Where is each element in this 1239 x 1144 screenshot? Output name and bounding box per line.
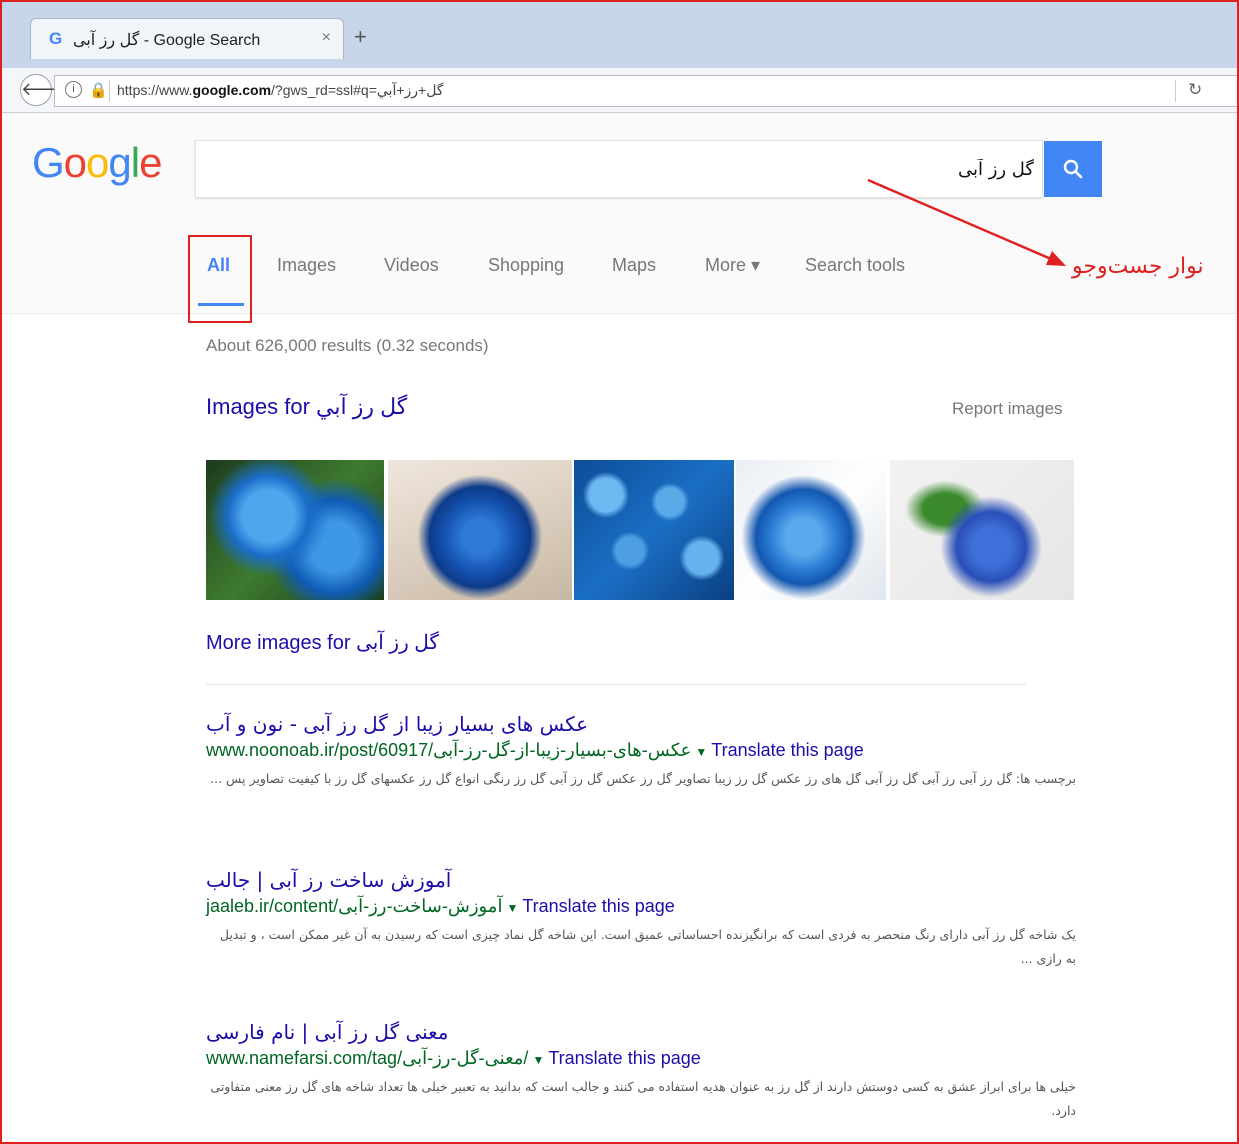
search-tabs: All Images Videos Shopping Maps More ▾ S… (2, 225, 1237, 323)
translate-link[interactable]: Translate this page (522, 896, 674, 916)
result-url-line: www.noonoab.ir/post/60917/عکس-های-بسیار-… (206, 740, 1076, 761)
back-arrow-icon[interactable]: 🡐 (20, 74, 69, 106)
dropdown-triangle-icon[interactable]: ▼ (506, 901, 518, 915)
close-tab-icon[interactable]: × (322, 29, 331, 47)
result-url[interactable]: www.noonoab.ir/post/60917/عکس-های-بسیار-… (206, 740, 691, 760)
tab-maps[interactable]: Maps (612, 255, 656, 276)
annotation-label: نوار جست‌وجو (1072, 254, 1204, 279)
tab-title: گل رز آبی - Google Search (73, 32, 261, 49)
tab-videos[interactable]: Videos (384, 255, 439, 276)
search-button[interactable] (1044, 141, 1102, 197)
new-tab-button[interactable]: + (354, 24, 367, 50)
url-separator (109, 80, 110, 102)
images-heading-link[interactable]: Images for گل رز آبي (206, 394, 407, 420)
section-divider (206, 684, 1026, 685)
lock-icon[interactable]: 🔒 (89, 81, 108, 99)
info-icon[interactable]: i (65, 81, 82, 98)
google-logo[interactable]: Google (32, 139, 162, 187)
dropdown-triangle-icon[interactable]: ▼ (532, 1053, 544, 1067)
browser-tab-bar: G گل رز آبی - Google Search × + (2, 2, 1237, 68)
result-snippet: خیلی ها برای ابراز عشق به کسی دوستش دارن… (210, 1079, 1076, 1118)
search-result: معنی گل رز آبی | نام فارسی www.namefarsi… (206, 1020, 1076, 1123)
dropdown-triangle-icon[interactable]: ▼ (695, 745, 707, 759)
reload-separator (1175, 80, 1176, 102)
browser-tab[interactable]: G گل رز آبی - Google Search × (30, 18, 344, 59)
result-title-link[interactable]: آموزش ساخت رز آبی | جالب (206, 868, 1076, 892)
result-stats: About 626,000 results (0.32 seconds) (206, 336, 489, 355)
translate-link[interactable]: Translate this page (711, 740, 863, 760)
url-bar[interactable]: i 🔒 https://www.google.com/?gws_rd=ssl#q… (54, 75, 1239, 107)
search-result: آموزش ساخت رز آبی | جالب jaaleb.ir/conte… (206, 868, 1076, 971)
result-url-line: www.namefarsi.com/tag/معنی-گل-رز-آبی/ ▼ Tr… (206, 1048, 1076, 1069)
result-title-link[interactable]: عکس های بسیار زیبا از گل رز آبی - نون و … (206, 712, 1076, 736)
url-text[interactable]: https://www.google.com/?gws_rd=ssl#q=گل+… (117, 82, 443, 99)
search-result: عکس های بسیار زیبا از گل رز آبی - نون و … (206, 712, 1076, 791)
result-url[interactable]: www.namefarsi.com/tag/معنی-گل-رز-آبی/ (206, 1048, 528, 1068)
result-url[interactable]: jaaleb.ir/content/آموزش-ساخت-رز-آبی (206, 896, 502, 916)
blue-rose-thumbnail-1[interactable] (206, 460, 384, 600)
browser-nav-bar: 🡐 i 🔒 https://www.google.com/?gws_rd=ssl… (2, 68, 1239, 113)
result-snippet: برچسب ها: گل رز آبی رز آبی گل رز آبی گل … (210, 771, 1076, 786)
blue-rose-thumbnail-2[interactable] (388, 460, 572, 600)
search-icon (1063, 159, 1083, 179)
search-input[interactable] (206, 153, 1036, 185)
all-tab-highlight-box (188, 235, 252, 323)
more-images-link[interactable]: More images for گل رز آبی (206, 630, 439, 655)
result-snippet: یک شاخه گل رز آبی دارای رنگ منحصر به فرد… (219, 927, 1076, 966)
google-g-icon: G (49, 29, 63, 48)
translate-link[interactable]: Translate this page (548, 1048, 700, 1068)
result-url-line: jaaleb.ir/content/آموزش-ساخت-رز-آبی ▼ Tran… (206, 896, 1076, 917)
blue-rose-thumbnail-4[interactable] (736, 460, 886, 600)
tab-more[interactable]: More ▾ (705, 255, 760, 276)
tab-shopping[interactable]: Shopping (488, 255, 564, 276)
report-images-link[interactable]: Report images (952, 399, 1063, 419)
result-title-link[interactable]: معنی گل رز آبی | نام فارسی (206, 1020, 1076, 1044)
blue-rose-thumbnail-3[interactable] (574, 460, 734, 600)
search-box (195, 140, 1043, 198)
tab-search-tools[interactable]: Search tools (805, 255, 905, 276)
blue-rose-thumbnail-5[interactable] (890, 460, 1074, 600)
google-header: Google (2, 113, 1237, 225)
tab-images[interactable]: Images (277, 255, 336, 276)
reload-icon[interactable]: ↻ (1188, 80, 1202, 100)
